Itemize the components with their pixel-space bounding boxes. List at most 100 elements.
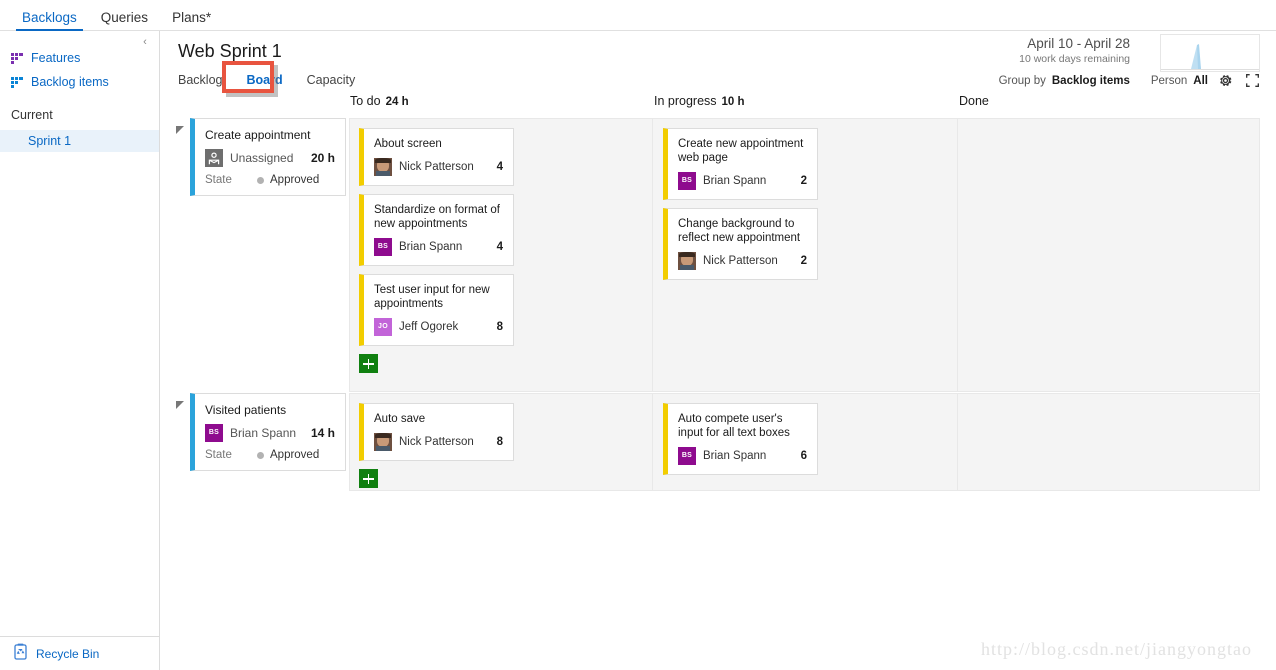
task-assignee-name: Nick Patterson: [703, 255, 778, 267]
task-assignee-row: BS Brian Spann 4: [364, 231, 513, 265]
task-card[interactable]: Auto compete user's input for all text b…: [663, 403, 818, 475]
task-title: Auto compete user's input for all text b…: [678, 413, 790, 439]
task-card[interactable]: Standardize on format of new appointment…: [359, 194, 514, 266]
state-dot-icon: [257, 451, 264, 459]
task-card[interactable]: Auto save Nick Patterson 8: [359, 403, 514, 461]
task-assignee-row: Nick Patterson 8: [364, 426, 513, 460]
sidebar-item-label: Features: [31, 51, 81, 65]
task-remaining-hours: 8: [496, 321, 503, 333]
state-dot-icon: [257, 176, 264, 184]
backlog-grid-icon: [11, 76, 24, 88]
status-badge: Approved: [270, 449, 320, 461]
task-assignee-name: Brian Spann: [703, 175, 767, 187]
watermark-text: http://blog.csdn.net/jiangyongtao: [981, 639, 1252, 659]
column-hours: 24 h: [385, 96, 409, 108]
task-board: To do 24 h In progress 10 h Done Create appo…: [160, 31, 1276, 670]
sidebar-group-current: Current: [11, 108, 53, 122]
add-task-button[interactable]: [359, 469, 378, 488]
app-root: Backlogs Queries Plans* ‹ Features Backl…: [0, 0, 1276, 670]
task-assignee-row: JO Jeff Ogorek 8: [364, 311, 513, 345]
avatar-photo: [374, 158, 392, 176]
backlog-item-assignee-row: BS Brian Spann 14 h: [195, 418, 345, 442]
column-name: In progress: [654, 94, 717, 108]
column-name: Done: [959, 94, 989, 108]
board-column-headers: To do 24 h In progress 10 h Done: [160, 94, 1276, 118]
backlog-grid-icon: [11, 52, 24, 64]
task-remaining-hours: 4: [496, 241, 503, 253]
state-label: State: [205, 174, 232, 186]
task-remaining-hours: 6: [800, 450, 807, 462]
recycle-bin-icon: [13, 643, 28, 665]
task-card[interactable]: Change background to reflect new appoint…: [663, 208, 818, 280]
sidebar-item-label: Backlog items: [31, 75, 109, 89]
task-remaining-hours: 4: [496, 161, 503, 173]
task-assignee-row: BS Brian Spann 6: [668, 440, 817, 474]
recycle-bin-label: Recycle Bin: [36, 646, 100, 661]
task-title: Test user input for new appointments: [374, 284, 490, 310]
task-assignee-row: Nick Patterson 4: [364, 151, 513, 185]
column-header-done: Done: [959, 94, 989, 108]
avatar-photo: [374, 433, 392, 451]
backlog-item-hours: 14 h: [310, 426, 335, 440]
task-title: Standardize on format of new appointment…: [374, 204, 500, 230]
task-assignee-name: Brian Spann: [703, 450, 767, 462]
backlog-item-card[interactable]: Create appointment Unassigned 20 h State App…: [190, 118, 346, 196]
task-title: Change background to reflect new appoint…: [678, 218, 801, 244]
lane-cell-done[interactable]: [958, 393, 1260, 491]
task-assignee-row: BS Brian Spann 2: [668, 165, 817, 199]
avatar-initials: BS: [374, 238, 392, 256]
backlog-item-assignee-name: Brian Spann: [230, 426, 297, 440]
board-lane: Visited patients BS Brian Spann 14 h State Ap…: [160, 393, 1276, 491]
task-assignee-name: Nick Patterson: [399, 161, 474, 173]
task-card[interactable]: Create new appointment web page BS Brian S…: [663, 128, 818, 200]
sidebar-item-features[interactable]: Features: [0, 46, 159, 70]
task-card[interactable]: Test user input for new appointments JO Je…: [359, 274, 514, 346]
avatar-initials: BS: [678, 447, 696, 465]
top-nav-tabs: Backlogs Queries Plans*: [0, 0, 1276, 31]
status-badge: Approved: [270, 174, 320, 186]
lane-collapse-triangle-icon[interactable]: [176, 126, 186, 136]
recycle-bin-row[interactable]: Recycle Bin: [0, 636, 159, 670]
task-remaining-hours: 2: [800, 255, 807, 267]
avatar-initials: BS: [678, 172, 696, 190]
task-remaining-hours: 8: [496, 436, 503, 448]
task-title: Create new appointment web page: [678, 138, 804, 164]
avatar-photo: [678, 252, 696, 270]
main-content: Web Sprint 1 Backlog Board Capacity April …: [160, 31, 1276, 670]
nav-tab-backlogs[interactable]: Backlogs: [10, 11, 89, 31]
column-hours: 10 h: [721, 96, 745, 108]
backlog-item-card[interactable]: Visited patients BS Brian Spann 14 h State Ap…: [190, 393, 346, 471]
lane-collapse-triangle-icon[interactable]: [176, 401, 186, 411]
column-header-to-do: To do 24 h: [350, 94, 409, 108]
sidebar-item-sprint-1[interactable]: Sprint 1: [0, 130, 159, 152]
sidebar-collapse-chevron-icon[interactable]: ‹: [138, 35, 152, 49]
state-label: State: [205, 449, 232, 461]
task-title: About screen: [374, 138, 442, 150]
backlog-item-assignee-row: Unassigned 20 h: [195, 143, 345, 167]
backlog-item-state-row: State Approved: [195, 442, 345, 470]
task-assignee-row: Nick Patterson 2: [668, 245, 817, 279]
board-lane: Create appointment Unassigned 20 h State App…: [160, 118, 1276, 392]
top-navigation: Backlogs Queries Plans*: [0, 0, 1276, 31]
backlog-item-hours: 20 h: [310, 151, 335, 165]
column-header-in-progress: In progress 10 h: [654, 94, 745, 108]
avatar-initials: JO: [374, 318, 392, 336]
nav-tab-queries[interactable]: Queries: [89, 11, 160, 31]
lane-cell-done[interactable]: [958, 118, 1260, 392]
nav-tab-plans[interactable]: Plans*: [160, 11, 223, 31]
task-assignee-name: Jeff Ogorek: [399, 321, 459, 333]
avatar-unassigned-icon: [205, 149, 223, 167]
task-remaining-hours: 2: [800, 175, 807, 187]
backlog-item-state-row: State Approved: [195, 167, 345, 195]
avatar-initials: BS: [205, 424, 223, 442]
backlog-item-title: Create appointment: [205, 128, 311, 142]
add-task-button[interactable]: [359, 354, 378, 373]
backlog-item-assignee-name: Unassigned: [230, 151, 294, 165]
column-name: To do: [350, 94, 381, 108]
backlog-item-title: Visited patients: [205, 403, 287, 417]
task-title: Auto save: [374, 413, 426, 425]
task-assignee-name: Brian Spann: [399, 241, 463, 253]
task-card[interactable]: About screen Nick Patterson 4: [359, 128, 514, 186]
sidebar-item-backlog-items[interactable]: Backlog items: [0, 70, 159, 94]
task-assignee-name: Nick Patterson: [399, 436, 474, 448]
